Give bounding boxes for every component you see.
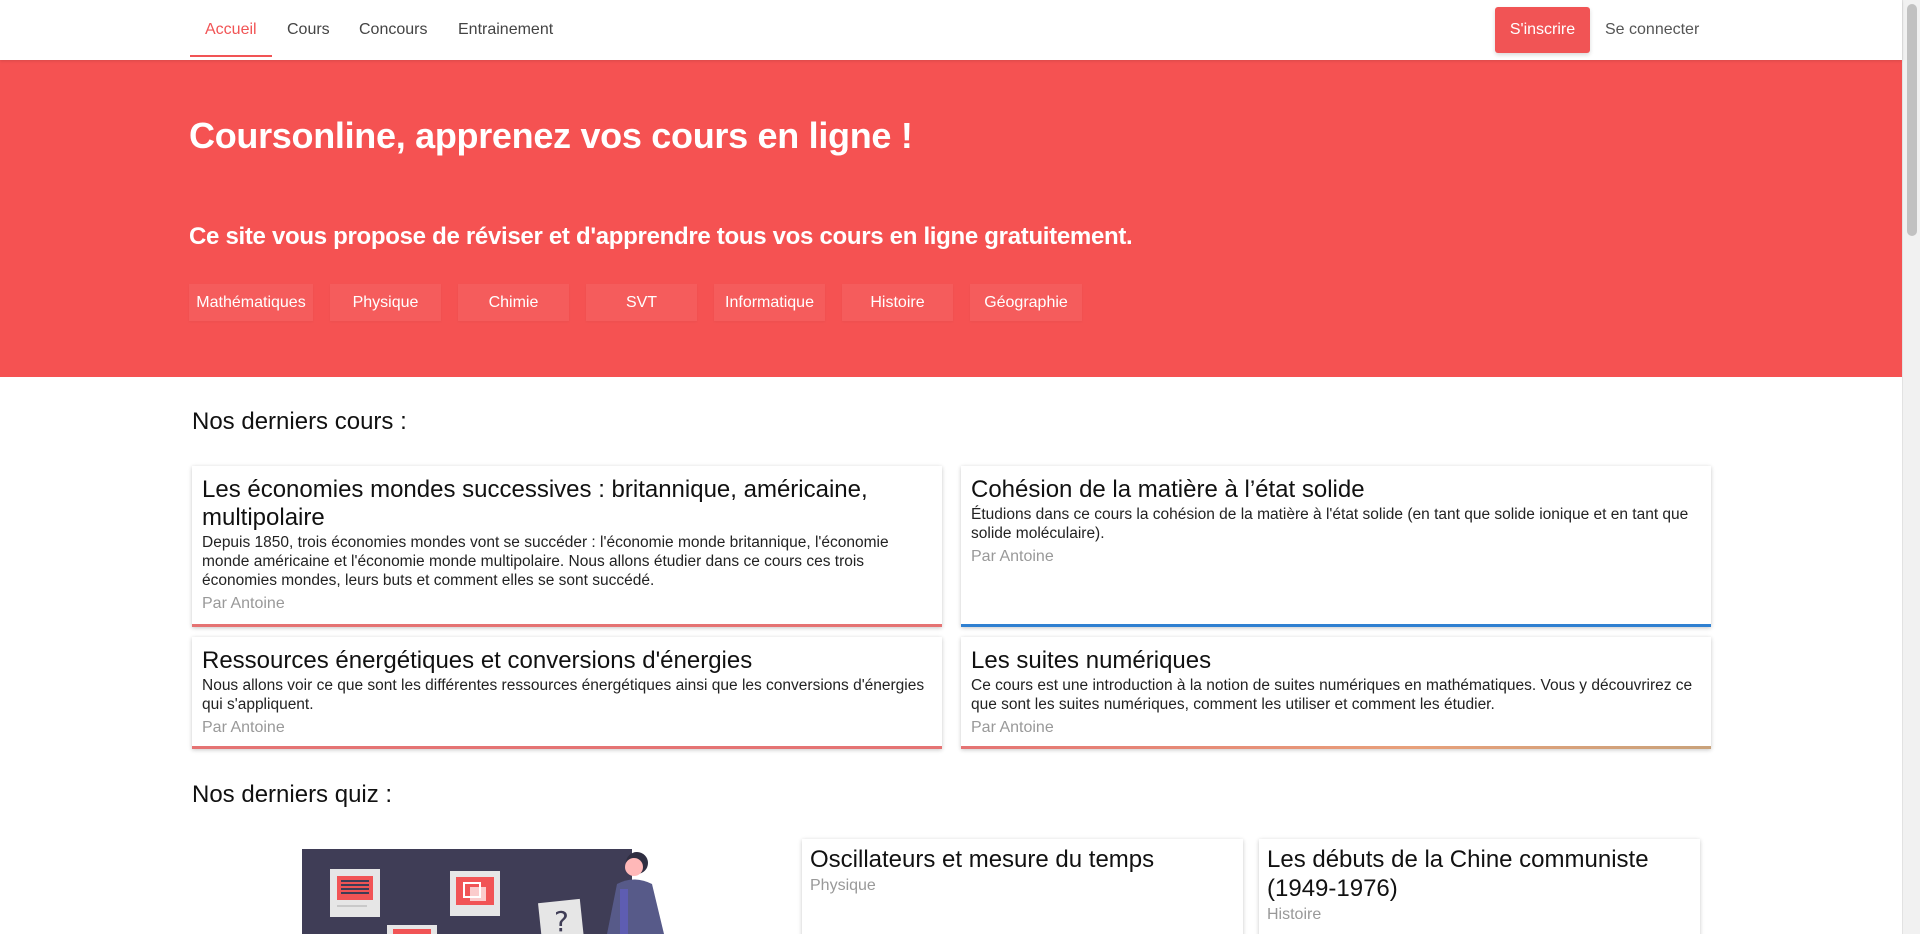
hero-title: Coursonline, apprenez vos cours en ligne…	[189, 115, 913, 156]
course-title: Les suites numériques	[971, 647, 1212, 674]
course-author: Par Antoine	[202, 595, 285, 612]
course-description: Ce cours est une introduction à la notio…	[971, 677, 1693, 713]
course-title: Cohésion de la matière à l’état solide	[971, 476, 1365, 503]
quiz-title: Oscillateurs et mesure du temps	[810, 846, 1155, 873]
subject-mathematiques[interactable]: Mathématiques	[189, 284, 313, 321]
courses-heading: Nos derniers cours :	[192, 408, 407, 435]
top-navbar: Accueil Cours Concours Entrainement S'in…	[0, 0, 1902, 60]
login-link[interactable]: Se connecter	[1605, 0, 1699, 60]
subject-informatique[interactable]: Informatique	[714, 284, 825, 321]
course-author: Par Antoine	[971, 548, 1054, 565]
course-author: Par Antoine	[971, 719, 1054, 736]
course-accent-bar	[961, 746, 1711, 749]
quiz-card[interactable]: Les débuts de la Chine communiste (1949-…	[1259, 839, 1700, 934]
quiz-subject: Physique	[810, 877, 876, 894]
subject-physique[interactable]: Physique	[330, 284, 441, 321]
course-accent-bar	[961, 624, 1711, 627]
course-accent-bar	[192, 624, 942, 627]
nav-accueil[interactable]: Accueil	[190, 0, 272, 57]
course-description: Étudions dans ce cours la cohésion de la…	[971, 506, 1689, 542]
subject-histoire[interactable]: Histoire	[842, 284, 953, 321]
course-author: Par Antoine	[202, 719, 285, 736]
hero-subtitle: Ce site vous propose de réviser et d'app…	[189, 223, 1133, 250]
course-card[interactable]: Ressources énergétiques et conversions d…	[192, 637, 942, 749]
course-description: Depuis 1850, trois économies mondes vont…	[202, 534, 889, 589]
course-card[interactable]: Les économies mondes successives : brita…	[192, 466, 942, 627]
nav-cours[interactable]: Cours	[272, 0, 345, 57]
nav-concours[interactable]: Concours	[344, 0, 442, 57]
course-title: Ressources énergétiques et conversions d…	[202, 647, 753, 674]
course-accent-bar	[192, 746, 942, 749]
quiz-subject: Histoire	[1267, 906, 1322, 923]
quiz-card[interactable]: Oscillateurs et mesure du temps Physique	[802, 839, 1243, 934]
course-title: Les économies mondes successives : brita…	[202, 476, 868, 531]
quiz-title: Les débuts de la Chine communiste (1949-…	[1267, 846, 1649, 902]
signup-button[interactable]: S'inscrire	[1495, 7, 1590, 53]
hero-banner: Coursonline, apprenez vos cours en ligne…	[0, 60, 1902, 377]
course-description: Nous allons voir ce que sont les différe…	[202, 677, 925, 713]
question-board-illustration: ?	[302, 849, 682, 934]
subject-chimie[interactable]: Chimie	[458, 284, 569, 321]
course-card[interactable]: Les suites numériques Ce cours est une i…	[961, 637, 1711, 749]
course-card[interactable]: Cohésion de la matière à l’état solide É…	[961, 466, 1711, 627]
subject-svt[interactable]: SVT	[586, 284, 697, 321]
nav-entrainement[interactable]: Entrainement	[443, 0, 568, 57]
vertical-scrollbar[interactable]	[1902, 0, 1920, 934]
page: Accueil Cours Concours Entrainement S'in…	[0, 0, 1920, 934]
svg-text:?: ?	[554, 905, 569, 934]
quiz-heading: Nos derniers quiz :	[192, 781, 393, 808]
scrollbar-thumb[interactable]	[1907, 4, 1917, 236]
subject-geographie[interactable]: Géographie	[970, 284, 1082, 321]
